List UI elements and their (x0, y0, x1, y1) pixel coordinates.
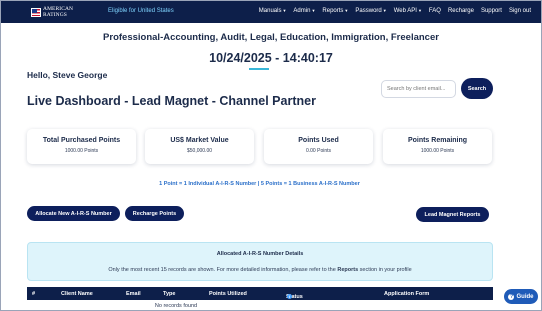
logo-text-line2: RATINGS (43, 11, 67, 18)
american-ratings-logo[interactable]: AMERICAN RATINGS (31, 5, 83, 20)
card-value: $50,000.00 (186, 148, 213, 154)
datetime-underline (249, 68, 269, 70)
allocated-details-panel: Allocated A-I-R-S Number Details Only th… (27, 242, 493, 281)
recharge-points-button[interactable]: Recharge Points (125, 206, 184, 221)
nav-item-reports[interactable]: Reports▼ (322, 8, 348, 14)
nav-menu: Manuals▼ Admin▼ Reports▼ Password▼ Web A… (259, 8, 531, 14)
client-email-search-input[interactable] (381, 80, 456, 98)
column-header-email: Email (126, 290, 141, 297)
professions-heading: Professional-Accounting, Audit, Legal, E… (103, 32, 439, 43)
card-title: Points Used (298, 137, 339, 144)
column-header-index: # (32, 290, 36, 297)
nav-item-recharge[interactable]: Recharge (448, 8, 474, 14)
column-header-client-name: Client Name (61, 290, 93, 297)
column-header-application-form: Application Form (384, 290, 430, 297)
card-title: Points Remaining (407, 137, 468, 144)
allocated-details-note: Only the most recent 15 records are show… (108, 267, 412, 273)
column-header-points-utilized: Points Utilized (209, 290, 247, 297)
eligibility-label: Eligible for United States (108, 8, 174, 14)
card-value: 0.00 Points (305, 148, 332, 154)
live-datetime: 10/24/2025 - 14:40:17 (209, 51, 333, 65)
search-button[interactable]: Search (461, 78, 493, 99)
points-used-card: Points Used 0.00 Points (264, 129, 373, 164)
caret-down-icon: ▼ (417, 8, 422, 13)
nav-item-password[interactable]: Password▼ (355, 8, 386, 14)
empty-table-message: No records found (154, 303, 198, 309)
total-purchased-points-card: Total Purchased Points 1000.00 Points (27, 129, 136, 164)
flag-icon (31, 8, 41, 17)
caret-down-icon: ▼ (282, 8, 287, 13)
market-value-card: US$ Market Value $50,000.00 (145, 129, 254, 164)
allocate-airs-number-button[interactable]: Allocate New A-I-R-S Number (27, 206, 120, 221)
points-conversion-info: 1 Point = 1 Individual A-I-R-S Number | … (159, 181, 360, 187)
nav-item-support[interactable]: Support (481, 8, 502, 14)
card-title: Total Purchased Points (42, 137, 121, 144)
info-icon[interactable]: i (287, 294, 292, 299)
caret-down-icon: ▼ (311, 8, 316, 13)
records-table-header: # Client Name Email Type Points Utilized… (27, 287, 493, 300)
guide-button[interactable]: ? Guide (504, 289, 538, 304)
card-value: 1000.00 Points (64, 148, 99, 154)
nav-item-admin[interactable]: Admin▼ (293, 8, 315, 14)
page-title: Live Dashboard - Lead Magnet - Channel P… (27, 94, 316, 108)
caret-down-icon: ▼ (382, 8, 387, 13)
top-navbar: AMERICAN RATINGS Eligible for United Sta… (1, 1, 541, 23)
guide-label: Guide (516, 293, 534, 300)
caret-down-icon: ▼ (344, 8, 349, 13)
reports-link[interactable]: Reports (337, 267, 358, 273)
nav-item-sign-out[interactable]: Sign out (509, 8, 531, 14)
help-icon: ? (508, 293, 515, 300)
lead-magnet-reports-button[interactable]: Lead Magnet Reports (416, 207, 489, 222)
nav-item-web-api[interactable]: Web API▼ (394, 8, 422, 14)
points-remaining-card: Points Remaining 1000.00 Points (383, 129, 492, 164)
nav-item-manuals[interactable]: Manuals▼ (259, 8, 287, 14)
allocated-details-title: Allocated A-I-R-S Number Details (216, 251, 304, 257)
greeting: Hello, Steve George (27, 70, 108, 80)
card-value: 1000.00 Points (420, 148, 455, 154)
card-title: US$ Market Value (170, 137, 229, 144)
nav-item-faq[interactable]: FAQ (429, 8, 441, 14)
column-header-type: Type (163, 290, 176, 297)
